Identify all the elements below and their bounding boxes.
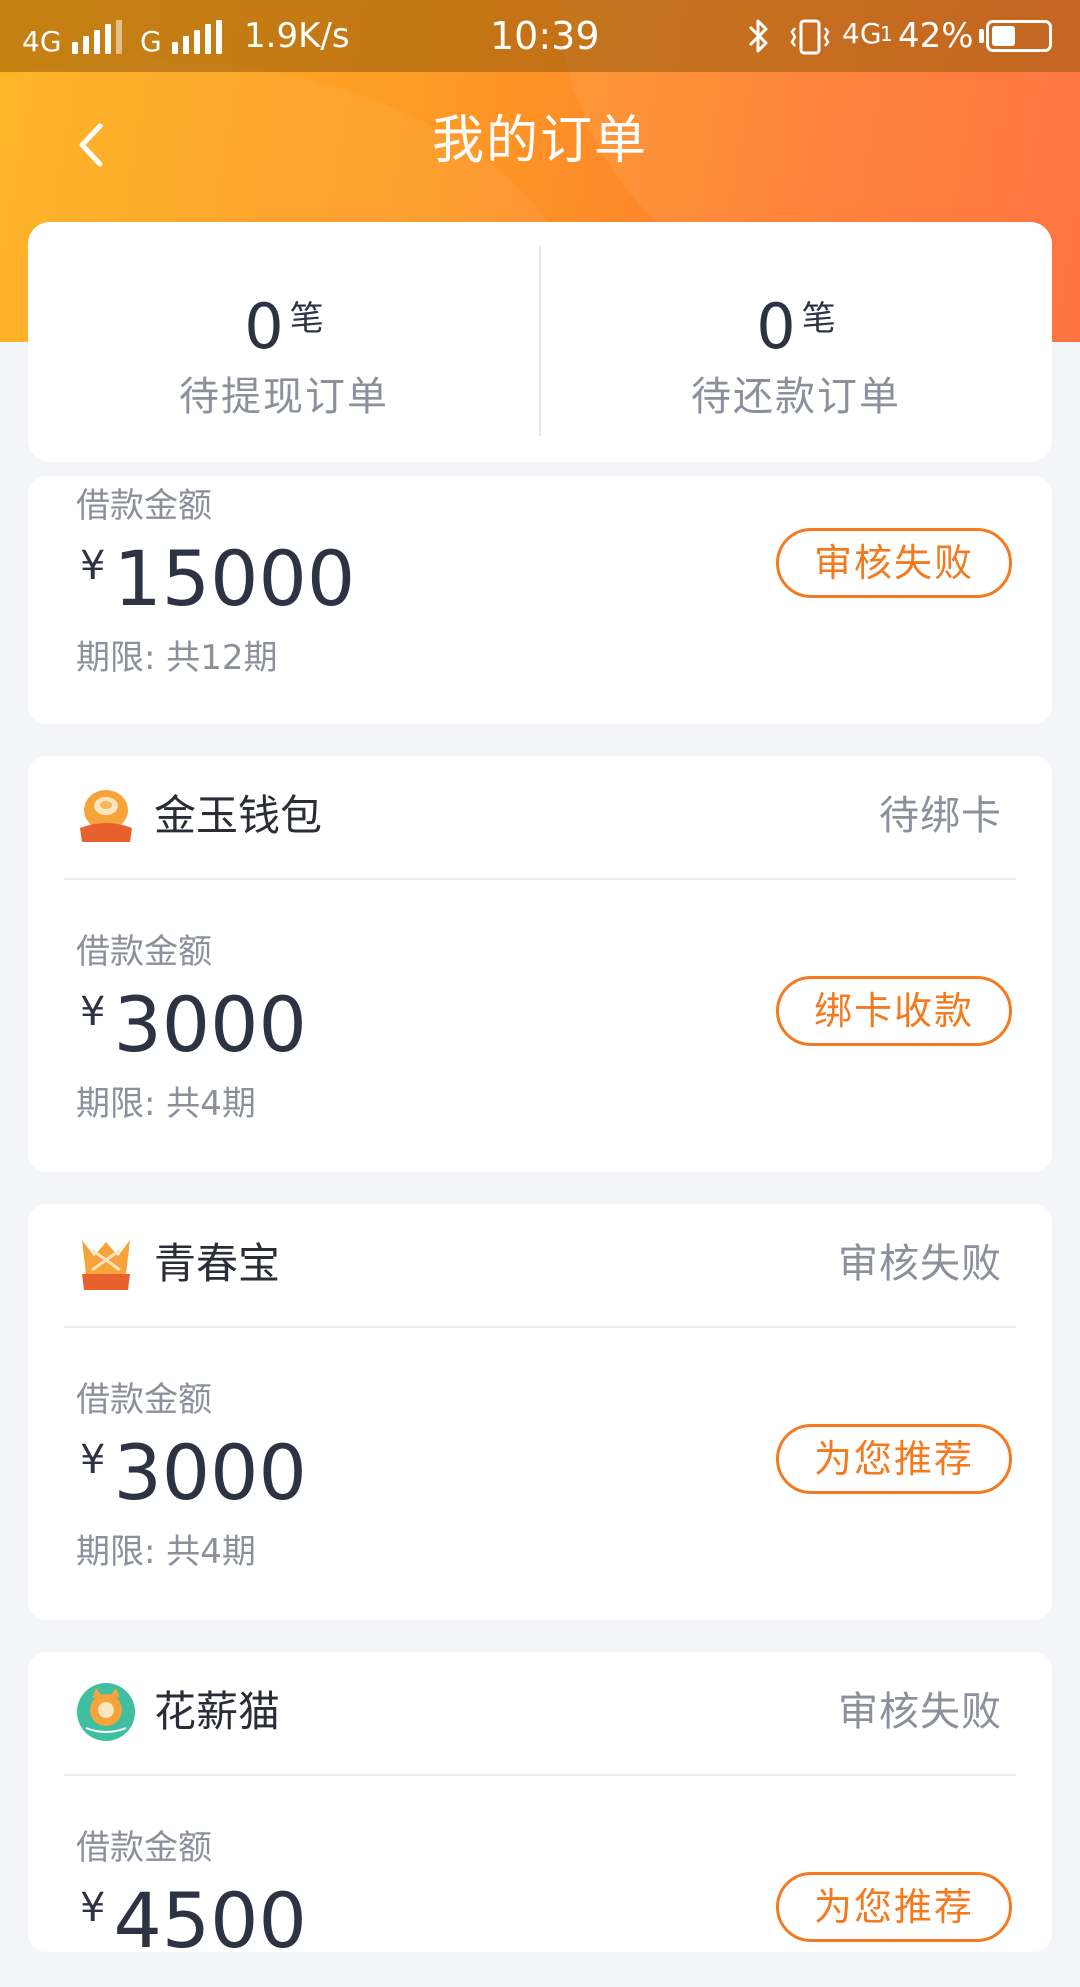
currency-symbol: ¥: [80, 1437, 106, 1483]
amount-label: 借款金额: [76, 1380, 212, 1420]
golden-egg-logo: [80, 790, 132, 842]
amount-value: 3000: [113, 1428, 307, 1517]
app-name: 花薪猫: [154, 1687, 281, 1736]
count-unit: 笔: [289, 299, 324, 339]
amount-label: 借款金额: [76, 932, 212, 972]
network-type-1: 4G: [22, 25, 62, 58]
count-value: 0: [756, 290, 796, 363]
network-sim-index: 1: [880, 22, 893, 46]
signal-icon: [172, 20, 228, 54]
order-action-button[interactable]: 审核失败: [776, 528, 1012, 598]
order-card-header: 青春宝 审核失败: [28, 1204, 1052, 1324]
order-status: 审核失败: [838, 1241, 1002, 1287]
card-divider: [64, 1326, 1016, 1328]
loan-amount: ¥4500: [80, 1876, 307, 1987]
order-card[interactable]: 青春宝 审核失败 借款金额 ¥3000 期限: 共4期 为您推荐: [28, 1204, 1052, 1620]
card-divider: [64, 1774, 1016, 1776]
currency-symbol: ¥: [80, 1885, 106, 1931]
amount-label: 借款金额: [76, 486, 212, 526]
currency-symbol: ¥: [80, 989, 106, 1035]
bluetooth-icon: [748, 19, 768, 53]
loan-amount: ¥3000: [80, 980, 307, 1091]
loan-term: 期限: 共4期: [76, 1084, 256, 1124]
pending-repay-label: 待还款订单: [691, 374, 901, 420]
count-value: 0: [244, 290, 284, 363]
network-speed: 1.9K/s: [244, 16, 350, 56]
battery-icon: [986, 20, 1052, 52]
order-card[interactable]: 花薪猫 审核失败 借款金额 ¥4500 为您推荐: [28, 1652, 1052, 1965]
card-divider: [64, 878, 1016, 880]
order-card-header: 花薪猫 审核失败: [28, 1652, 1052, 1772]
battery-fill: [992, 26, 1015, 46]
pending-repay-summary[interactable]: 0笔 待还款订单: [540, 222, 1052, 462]
signal-icon: [72, 20, 124, 54]
page-title: 我的订单: [431, 111, 648, 171]
pending-withdraw-count: 0笔: [28, 292, 540, 378]
amount-label: 借款金额: [76, 1828, 212, 1868]
loan-amount: ¥15000: [80, 534, 355, 645]
network-type-2: G: [140, 25, 162, 58]
status-bar: 4G G 1.9K/s 10:39 4G 1 42%: [0, 0, 1080, 72]
app-name: 青春宝: [154, 1239, 281, 1288]
loan-amount: ¥3000: [80, 1428, 307, 1539]
pending-withdraw-label: 待提现订单: [179, 374, 389, 420]
order-card-header: 金玉钱包 待绑卡: [28, 756, 1052, 876]
crown-logo: [82, 1240, 130, 1290]
order-card[interactable]: 金玉钱包 待绑卡 借款金额 ¥3000 期限: 共4期 绑卡收款: [28, 756, 1052, 1172]
pending-withdraw-summary[interactable]: 0笔 待提现订单: [28, 222, 540, 462]
count-unit: 笔: [801, 299, 836, 339]
bind-card-button[interactable]: 绑卡收款: [776, 976, 1012, 1046]
clock: 10:39: [490, 14, 600, 58]
amount-value: 4500: [113, 1876, 307, 1965]
currency-symbol: ¥: [80, 543, 106, 589]
battery-percentage: 42%: [898, 16, 974, 56]
battery-tip: [979, 29, 984, 43]
network-type-3: 4G: [842, 17, 882, 50]
app-name: 金玉钱包: [154, 791, 323, 840]
vibrate-icon: [790, 19, 830, 55]
order-summary-card: 0笔 待提现订单 0笔 待还款订单: [28, 222, 1052, 462]
recommend-button[interactable]: 为您推荐: [776, 1872, 1012, 1942]
recommend-button[interactable]: 为您推荐: [776, 1424, 1012, 1494]
order-card[interactable]: 借款金额 ¥15000 期限: 共12期 审核失败: [28, 476, 1052, 724]
pending-repay-count: 0笔: [540, 292, 1052, 378]
order-status: 待绑卡: [879, 793, 1002, 839]
loan-term: 期限: 共12期: [76, 638, 278, 678]
cat-logo: [77, 1683, 135, 1741]
order-status: 审核失败: [838, 1689, 1002, 1735]
amount-value: 3000: [113, 980, 307, 1069]
amount-value: 15000: [113, 534, 356, 623]
loan-term: 期限: 共4期: [76, 1532, 256, 1572]
